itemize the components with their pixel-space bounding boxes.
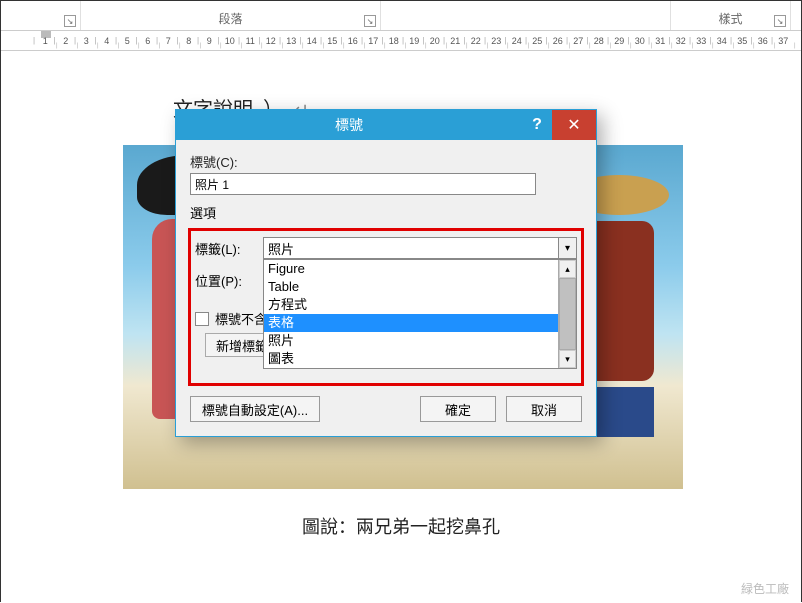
dropdown-option[interactable]: Figure [264,260,576,278]
ruler-tick: 19 [404,36,425,46]
dialog-launcher-icon[interactable]: ↘ [774,15,786,27]
label-combo-wrapper: 照片 ▾ Figure Table 方程式 表格 照片 圖表 ▴ [263,237,577,259]
watermark-text: 緑色工廠 [741,580,789,597]
ruler-tick: 13 [281,36,302,46]
options-section-label: 選項 [190,203,582,222]
label-combobox-value: 照片 [268,239,294,258]
label-combobox[interactable]: 照片 ▾ [263,237,577,259]
dialog-titlebar[interactable]: 標號 ? ✕ [176,110,596,140]
ruler-tick: 33 [691,36,712,46]
ribbon-group-label: 樣式 [718,10,742,27]
document-area: 文字說明。） ↵ 標號 ? ✕ 標號(C): 選項 標籤(L): [1,51,801,603]
scroll-down-icon[interactable]: ▾ [559,350,576,368]
ruler-tick: 16 [343,36,364,46]
ruler-tick: 17 [363,36,384,46]
ruler-tick: 3 [76,36,97,46]
ruler-tick: 24 [507,36,528,46]
close-button[interactable]: ✕ [552,110,596,140]
dropdown-option[interactable]: 方程式 [264,296,576,314]
ruler-tick: 8 [179,36,200,46]
dropdown-option[interactable]: 照片 [264,332,576,350]
ribbon-group-paragraph: 段落 ↘ [81,1,381,30]
help-button[interactable]: ? [522,116,552,134]
position-field-label: 位置(P): [195,271,263,290]
caption-dialog: 標號 ? ✕ 標號(C): 選項 標籤(L): 照片 ▾ [175,109,597,437]
label-row: 標籤(L): 照片 ▾ Figure Table 方程式 表格 照片 圖表 [195,237,577,259]
ruler-tick: 18 [384,36,405,46]
ruler-tick: 31 [650,36,671,46]
dropdown-option[interactable]: 圖表 [264,350,576,368]
close-icon: ✕ [567,115,580,135]
ruler-tick: 1 [35,36,56,46]
ruler-tick: 35 [732,36,753,46]
dialog-body: 標號(C): 選項 標籤(L): 照片 ▾ Figure Table [176,140,596,436]
exclude-label-row: 標號不含 [195,309,267,328]
caption-input[interactable] [190,173,536,195]
cancel-button[interactable]: 取消 [506,396,582,422]
annotation-highlight: 標籤(L): 照片 ▾ Figure Table 方程式 表格 照片 圖表 [188,228,584,386]
ok-button[interactable]: 確定 [420,396,496,422]
ruler-tick: 20 [425,36,446,46]
caption-row: 標號(C): [190,152,582,195]
exclude-label-text: 標號不含 [215,309,267,328]
dialog-launcher-icon[interactable]: ↘ [364,15,376,27]
ruler-tick: 37 [773,36,794,46]
label-field-label: 標籤(L): [195,239,263,258]
ruler-tick: 23 [486,36,507,46]
ruler-tick: 30 [630,36,651,46]
ruler-tick: 12 [261,36,282,46]
ruler-tick: 34 [712,36,733,46]
dialog-button-row: 標號自動設定(A)... 確定 取消 [190,396,582,422]
ribbon: ↘ 段落 ↘ 樣式 ↘ [1,1,801,31]
ruler-tick: 10 [220,36,241,46]
ruler-tick: 15 [322,36,343,46]
ruler-tick: 6 [138,36,159,46]
label-dropdown-list: Figure Table 方程式 表格 照片 圖表 ▴ ▾ [263,259,577,369]
ribbon-groups: ↘ 段落 ↘ 樣式 ↘ [1,1,801,30]
ruler-tick: 25 [527,36,548,46]
ruler-tick: 29 [609,36,630,46]
ruler-tick: 32 [671,36,692,46]
ribbon-group-styles: 樣式 ↘ [671,1,791,30]
ruler-tick: 4 [97,36,118,46]
image-caption-text: 圖說：兩兄弟一起挖鼻孔 [1,513,801,539]
ruler-tick: 14 [302,36,323,46]
ruler-tick: 26 [548,36,569,46]
ribbon-group-1: ↘ [1,1,81,30]
ruler-tick: 28 [589,36,610,46]
ribbon-group-label: 段落 [218,10,242,27]
dialog-launcher-icon[interactable]: ↘ [64,15,76,27]
ruler-tick: 9 [199,36,220,46]
scroll-up-icon[interactable]: ▴ [559,260,576,278]
ruler-tick: 36 [753,36,774,46]
ruler-tick: 11 [240,36,261,46]
ruler-tick: 21 [445,36,466,46]
caption-label: 標號(C): [190,152,582,171]
exclude-label-checkbox[interactable] [195,312,209,326]
auto-caption-button[interactable]: 標號自動設定(A)... [190,396,320,422]
dropdown-option-selected[interactable]: 表格 [264,314,576,332]
dropdown-scrollbar[interactable]: ▴ ▾ [558,260,576,368]
ribbon-group-3 [381,1,671,30]
ruler-tick: 2 [56,36,77,46]
horizontal-ruler[interactable]: 1234567891011121314151617181920212223242… [1,31,801,51]
dialog-title: 標號 [176,115,522,135]
scroll-thumb[interactable] [559,278,576,350]
ruler-tick: 7 [158,36,179,46]
ruler-tick: 22 [466,36,487,46]
chevron-down-icon[interactable]: ▾ [558,238,576,258]
dropdown-option[interactable]: Table [264,278,576,296]
ruler-tick: 5 [117,36,138,46]
ruler-tick: 27 [568,36,589,46]
